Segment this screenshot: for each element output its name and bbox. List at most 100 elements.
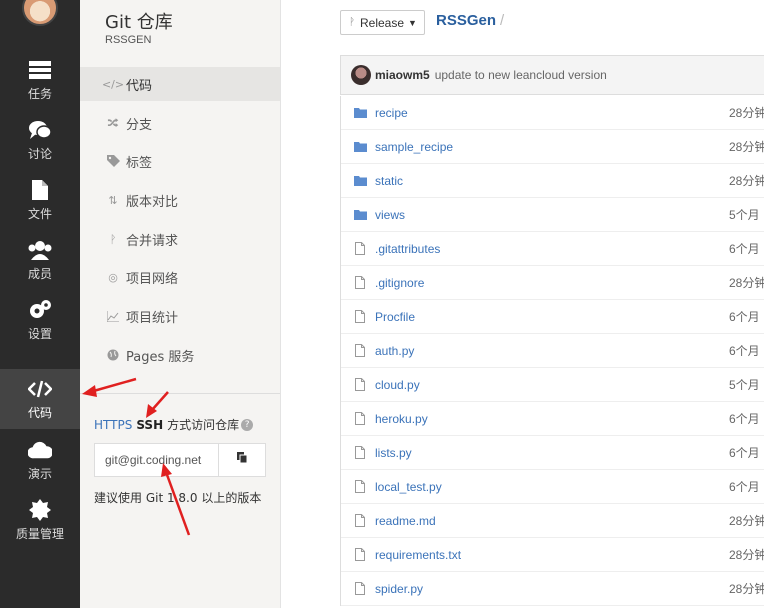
- tag-icon: [106, 154, 120, 168]
- repo-name-link[interactable]: RSSGen: [436, 12, 496, 29]
- menu-label: 版本对比: [126, 194, 179, 210]
- file-name[interactable]: static: [375, 174, 403, 188]
- file-name[interactable]: views: [375, 208, 405, 222]
- file-name[interactable]: local_test.py: [375, 480, 442, 494]
- repo-menu-compare[interactable]: ⇅ 版本对比: [80, 183, 280, 217]
- https-link[interactable]: HTTPS: [94, 418, 132, 432]
- file-name[interactable]: auth.py: [375, 344, 414, 358]
- nav-item-files[interactable]: 文件: [0, 170, 80, 230]
- user-avatar[interactable]: [22, 0, 58, 26]
- commit-author[interactable]: miaowm5: [375, 68, 430, 82]
- tasks-icon: [28, 59, 52, 81]
- file-row[interactable]: spider.py 28分钟: [341, 572, 764, 606]
- file-row[interactable]: requirements.txt 28分钟: [341, 538, 764, 572]
- copy-icon: [236, 451, 248, 469]
- stats-icon: [106, 309, 120, 323]
- file-time: 28分钟: [729, 140, 764, 154]
- left-nav: 任务 讨论 文件 成员 设置 代码 演示 质量管理: [0, 0, 80, 608]
- file-time: 28分钟: [729, 276, 764, 290]
- repo-subtitle: RSSGEN: [105, 34, 152, 46]
- branch-icon: 🔀︎: [107, 117, 119, 130]
- file-time: 28分钟: [729, 106, 764, 120]
- file-name[interactable]: .gitattributes: [375, 242, 440, 256]
- repo-menu-tag[interactable]: 标签: [80, 144, 280, 178]
- file-time: 6个月: [729, 344, 760, 358]
- file-name[interactable]: spider.py: [375, 582, 423, 596]
- nav-item-settings[interactable]: 设置: [0, 290, 80, 350]
- folder-icon: [353, 106, 367, 120]
- file-row[interactable]: Procfile 6个月: [341, 300, 764, 334]
- file-time: 6个月: [729, 242, 760, 256]
- commit-message[interactable]: update to new leancloud version: [435, 68, 607, 82]
- file-time: 6个月: [729, 310, 760, 324]
- nav-item-members[interactable]: 成员: [0, 230, 80, 290]
- file-icon: [353, 276, 367, 290]
- nav-label: 任务: [27, 86, 52, 101]
- cloud-icon: [28, 439, 52, 461]
- nav-item-quality[interactable]: 质量管理: [0, 490, 80, 550]
- file-name[interactable]: cloud.py: [375, 378, 420, 392]
- file-name[interactable]: readme.md: [375, 514, 436, 528]
- repo-menu-code[interactable]: </> 代码: [80, 67, 280, 101]
- folder-icon: [353, 140, 367, 154]
- file-row[interactable]: readme.md 28分钟: [341, 504, 764, 538]
- file-name[interactable]: requirements.txt: [375, 548, 461, 562]
- nav-item-discussion[interactable]: 讨论: [0, 110, 80, 170]
- file-name[interactable]: lists.py: [375, 446, 412, 460]
- file-row[interactable]: cloud.py 5个月: [341, 368, 764, 402]
- divider: [80, 393, 280, 394]
- clone-url-box: git@git.coding.net: [94, 443, 266, 477]
- file-name[interactable]: Procfile: [375, 310, 415, 324]
- quality-icon: [28, 498, 52, 521]
- file-row[interactable]: .gitignore 28分钟: [341, 266, 764, 300]
- file-row[interactable]: local_test.py 6个月: [341, 470, 764, 504]
- repo-panel: Git 仓库 RSSGEN </> 代码 🔀︎ 分支 标签 ⇅ 版本对比 ᚹ 合…: [80, 0, 281, 608]
- menu-label: 合并请求: [126, 233, 179, 249]
- commit-avatar[interactable]: [351, 65, 371, 85]
- file-row[interactable]: heroku.py 6个月: [341, 402, 764, 436]
- file-row[interactable]: .gitattributes 6个月: [341, 232, 764, 266]
- menu-label: 代码: [126, 78, 153, 94]
- file-row[interactable]: auth.py 6个月: [341, 334, 764, 368]
- file-row[interactable]: recipe 28分钟: [341, 96, 764, 130]
- code-icon: [28, 378, 52, 400]
- file-time: 5个月: [729, 208, 760, 222]
- repo-menu-stats[interactable]: 项目统计: [80, 299, 280, 333]
- file-row[interactable]: lists.py 6个月: [341, 436, 764, 470]
- file-icon: [353, 412, 367, 426]
- file-icon: [353, 514, 367, 528]
- latest-commit-bar: miaowm5 update to new leancloud version: [340, 55, 764, 95]
- branch-selector[interactable]: ᚹ Release ▼: [340, 10, 425, 35]
- caret-down-icon: ▼: [408, 17, 417, 28]
- network-icon: ◎: [108, 270, 118, 284]
- file-name[interactable]: .gitignore: [375, 276, 424, 290]
- nav-item-tasks[interactable]: 任务: [0, 50, 80, 110]
- file-time: 6个月: [729, 480, 760, 494]
- settings-icon: [28, 299, 52, 321]
- file-row[interactable]: sample_recipe 28分钟: [341, 130, 764, 164]
- file-icon: [353, 310, 367, 324]
- ssh-link[interactable]: SSH: [136, 418, 163, 432]
- compare-icon: ⇅: [108, 193, 118, 207]
- file-icon: [353, 582, 367, 596]
- file-row[interactable]: views 5个月: [341, 198, 764, 232]
- folder-icon: [353, 208, 367, 222]
- file-name[interactable]: sample_recipe: [375, 140, 453, 154]
- members-icon: [28, 239, 52, 261]
- help-icon[interactable]: ?: [241, 418, 254, 431]
- file-icon: [353, 378, 367, 392]
- file-name[interactable]: heroku.py: [375, 412, 428, 426]
- nav-item-code[interactable]: 代码: [0, 369, 80, 429]
- file-icon: [28, 179, 52, 201]
- repo-menu-network[interactable]: ◎ 项目网络: [80, 260, 280, 294]
- menu-label: 项目统计: [126, 310, 179, 326]
- file-icon: [353, 548, 367, 562]
- file-row[interactable]: static 28分钟: [341, 164, 764, 198]
- copy-button[interactable]: [219, 444, 265, 476]
- repo-menu-branch[interactable]: 🔀︎ 分支: [80, 106, 280, 140]
- repo-menu-pages[interactable]: Pages 服务: [80, 338, 280, 372]
- repo-menu-merge-request[interactable]: ᚹ 合并请求: [80, 222, 280, 256]
- file-name[interactable]: recipe: [375, 106, 408, 120]
- clone-url-input[interactable]: git@git.coding.net: [95, 444, 219, 476]
- nav-item-demo[interactable]: 演示: [0, 430, 80, 490]
